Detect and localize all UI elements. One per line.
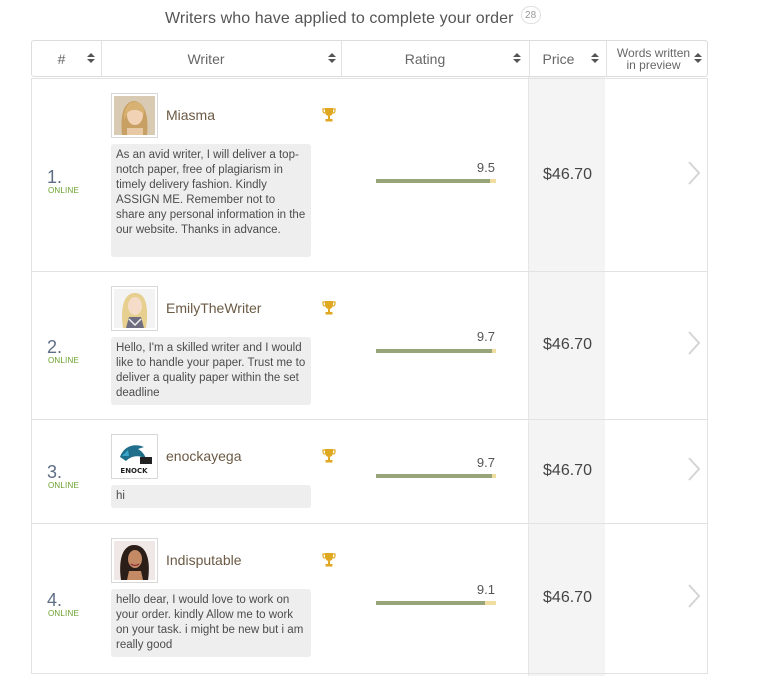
column-header-rating: Rating [404,50,446,67]
applicants-count-badge: 28 [520,6,541,24]
rating-bar [376,349,496,353]
column-header-number: # [57,50,66,67]
chevron-right-icon[interactable] [687,456,701,482]
rating-value: 9.7 [476,329,495,344]
bid-price: $46.70 [543,166,592,183]
row-number: 2. [47,337,63,357]
trophy-icon [322,553,336,567]
svg-text:ENOCK: ENOCK [120,467,148,475]
column-header-price: Price [542,50,575,67]
writer-avatar[interactable] [111,93,158,138]
chevron-right-icon[interactable] [687,160,701,186]
page-heading: Writers who have applied to complete you… [165,6,541,30]
shark-logo-icon: ENOCK [114,437,155,476]
sort-by-price[interactable]: Price [529,41,606,76]
column-header-writer: Writer [187,50,225,67]
bid-price: $46.70 [543,589,592,606]
writer-row[interactable]: 2. ONLINE EmilyTheWriter Hello, I'm a sk… [31,272,708,420]
writer-avatar[interactable]: ENOCK [111,434,158,479]
trophy-icon [322,301,336,315]
writer-row[interactable]: 4. ONLINE Indisputable hello dear, I wou… [31,524,708,674]
online-status: ONLINE [48,356,79,365]
writer-name[interactable]: Indisputable [166,552,242,568]
online-status: ONLINE [48,609,79,618]
portrait-dark-hair-woman-icon [114,541,155,580]
writer-name[interactable]: Miasma [166,107,215,123]
writer-avatar[interactable] [111,538,158,583]
rating-bar-fill [376,474,493,478]
sort-icon [87,53,95,64]
row-number: 1. [47,167,63,187]
sort-by-rating[interactable]: Rating [341,41,529,76]
sort-icon [513,53,521,64]
portrait-blonde-woman-icon [114,96,155,135]
sort-icon [694,53,702,64]
sort-by-number[interactable]: # [32,41,101,76]
sort-icon [591,53,599,64]
writer-name[interactable]: enockayega [166,448,242,464]
writer-message: hello dear, I would love to work on your… [111,589,311,657]
writers-table: # Writer Rating Price Words written in p… [31,40,708,676]
sort-by-words[interactable]: Words written in preview [606,41,707,76]
writer-avatar[interactable] [111,286,158,331]
online-status: ONLINE [48,186,79,195]
rating-bar [376,179,496,183]
rating-bar-fill [376,349,493,353]
table-header: # Writer Rating Price Words written in p… [31,40,708,77]
writer-row[interactable]: 3. ONLINE ENOCK enockayega hi 9.7 $46.70 [31,420,708,524]
column-header-words: Words written in preview [616,45,691,72]
rating-bar [376,601,496,605]
writer-message: Hello, I'm a skilled writer and I would … [111,337,311,405]
chevron-right-icon[interactable] [687,330,701,356]
writer-message: As an avid writer, I will deliver a top-… [111,144,311,257]
writer-message: hi [111,485,311,508]
online-status: ONLINE [48,481,79,490]
writer-row[interactable]: 1. ONLINE Miasma As an avid writer, I wi… [31,78,708,272]
rating-bar-fill [376,179,490,183]
row-number: 3. [47,462,63,482]
rating-value: 9.7 [476,455,495,470]
rating-bar [376,474,496,478]
bid-price: $46.70 [543,462,592,479]
rating-value: 9.1 [476,582,495,597]
rating-value: 9.5 [476,160,495,175]
trophy-icon [322,449,336,463]
bid-price: $46.70 [543,336,592,353]
row-number: 4. [47,590,63,610]
portrait-blonde-woman-icon [114,289,155,328]
sort-by-writer[interactable]: Writer [101,41,341,76]
page-title: Writers who have applied to complete you… [165,10,514,27]
writer-name[interactable]: EmilyTheWriter [166,300,261,316]
trophy-icon [322,108,336,122]
chevron-right-icon[interactable] [687,583,701,609]
sort-icon [328,53,336,64]
rating-bar-fill [376,601,486,605]
